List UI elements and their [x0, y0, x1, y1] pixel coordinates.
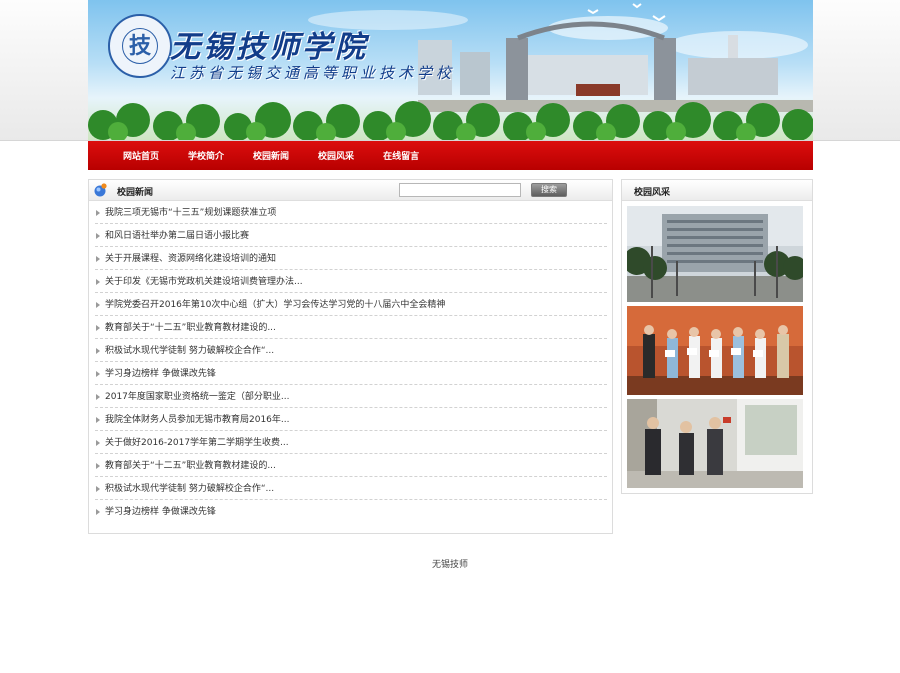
list-item: 关于做好2016-2017学年第二学期学生收费...	[95, 431, 607, 454]
campus-panel: 校园风采	[621, 179, 813, 494]
nav-item-home[interactable]: 网站首页	[123, 149, 159, 162]
news-link[interactable]: 关于印发《无锡市党政机关建设培训费管理办法...	[105, 277, 303, 287]
news-link[interactable]: 我院全体财务人员参加无锡市教育局2016年...	[105, 415, 290, 425]
news-link[interactable]: 积极试水现代学徒制 努力破解校企合作“...	[105, 346, 274, 356]
list-item: 我院三项无锡市“十三五”规划课题获准立项	[95, 201, 607, 224]
news-link[interactable]: 学习身边榜样 争做课改先锋	[105, 507, 216, 517]
search-button[interactable]: 搜索	[531, 183, 567, 197]
list-item: 我院全体财务人员参加无锡市教育局2016年...	[95, 408, 607, 431]
list-item: 积极试水现代学徒制 努力破解校企合作“...	[95, 477, 607, 500]
nav-item-news[interactable]: 校园新闻	[253, 149, 289, 162]
triangle-bullet-icon	[96, 348, 100, 354]
footer: 无锡技师	[0, 557, 900, 570]
news-link[interactable]: 学院党委召开2016年第10次中心组（扩大）学习会传达学习党的十八届六中全会精神	[105, 300, 445, 310]
news-link[interactable]: 关于开展课程、资源网络化建设培训的通知	[105, 254, 276, 264]
list-item: 关于印发《无锡市党政机关建设培训费管理办法...	[95, 270, 607, 293]
list-item: 积极试水现代学徒制 努力破解校企合作“...	[95, 339, 607, 362]
footer-text: 无锡技师	[431, 560, 468, 570]
list-item: 教育部关于“十二五”职业教育教材建设的...	[95, 316, 607, 339]
news-globe-icon	[94, 183, 107, 197]
triangle-bullet-icon	[96, 486, 100, 492]
search-input[interactable]	[399, 183, 521, 197]
campus-photo-award[interactable]	[627, 306, 803, 395]
news-link[interactable]: 学习身边榜样 争做课改先锋	[105, 369, 216, 379]
news-link[interactable]: 关于做好2016-2017学年第二学期学生收费...	[105, 438, 289, 448]
list-item: 学习身边榜样 争做课改先锋	[95, 500, 607, 523]
campus-panel-title: 校园风采	[634, 188, 671, 198]
campus-panel-header: 校园风采	[622, 180, 812, 201]
seal-character: 技	[122, 28, 158, 64]
triangle-bullet-icon	[96, 325, 100, 331]
campus-photo-building[interactable]	[627, 206, 803, 302]
nav-item-about[interactable]: 学校简介	[188, 149, 224, 162]
award-ceremony-image	[627, 306, 803, 395]
list-item: 学习身边榜样 争做课改先锋	[95, 362, 607, 385]
news-panel: 校园新闻 搜索 我院三项无锡市“十三五”规划课题获准立项 和风日语社举办第二届日…	[88, 179, 613, 534]
triangle-bullet-icon	[96, 371, 100, 377]
triangle-bullet-icon	[96, 509, 100, 515]
campus-visit-image	[627, 399, 803, 488]
nav-item-message[interactable]: 在线留言	[383, 149, 419, 162]
triangle-bullet-icon	[96, 463, 100, 469]
campus-photo-visit[interactable]	[627, 399, 803, 488]
triangle-bullet-icon	[96, 233, 100, 239]
header-banner: 技 无锡技师学院 江苏省无锡交通高等职业技术学校	[88, 0, 813, 140]
triangle-bullet-icon	[96, 440, 100, 446]
campus-building-image	[627, 206, 803, 302]
triangle-bullet-icon	[96, 210, 100, 216]
list-item: 学院党委召开2016年第10次中心组（扩大）学习会传达学习党的十八届六中全会精神	[95, 293, 607, 316]
main-nav: 网站首页 学校简介 校园新闻 校园风采 在线留言	[88, 141, 813, 170]
news-panel-title: 校园新闻	[117, 188, 154, 198]
school-subtitle: 江苏省无锡交通高等职业技术学校	[170, 64, 456, 82]
news-link[interactable]: 教育部关于“十二五”职业教育教材建设的...	[105, 461, 276, 471]
news-link[interactable]: 2017年度国家职业资格统一鉴定（部分职业...	[105, 392, 290, 402]
school-name: 无锡技师学院	[170, 30, 368, 65]
list-item: 教育部关于“十二五”职业教育教材建设的...	[95, 454, 607, 477]
triangle-bullet-icon	[96, 394, 100, 400]
triangle-bullet-icon	[96, 256, 100, 262]
news-panel-header: 校园新闻 搜索	[89, 180, 612, 201]
news-link[interactable]: 积极试水现代学徒制 努力破解校企合作“...	[105, 484, 274, 494]
school-seal-logo: 技	[108, 14, 172, 78]
news-link[interactable]: 我院三项无锡市“十三五”规划课题获准立项	[105, 208, 276, 218]
triangle-bullet-icon	[96, 417, 100, 423]
news-link[interactable]: 和风日语社举办第二届日语小报比赛	[105, 231, 249, 241]
news-list: 我院三项无锡市“十三五”规划课题获准立项 和风日语社举办第二届日语小报比赛 关于…	[95, 201, 607, 523]
nav-item-campus[interactable]: 校园风采	[318, 149, 354, 162]
news-link[interactable]: 教育部关于“十二五”职业教育教材建设的...	[105, 323, 276, 333]
triangle-bullet-icon	[96, 279, 100, 285]
list-item: 2017年度国家职业资格统一鉴定（部分职业...	[95, 385, 607, 408]
list-item: 和风日语社举办第二届日语小报比赛	[95, 224, 607, 247]
triangle-bullet-icon	[96, 302, 100, 308]
list-item: 关于开展课程、资源网络化建设培训的通知	[95, 247, 607, 270]
